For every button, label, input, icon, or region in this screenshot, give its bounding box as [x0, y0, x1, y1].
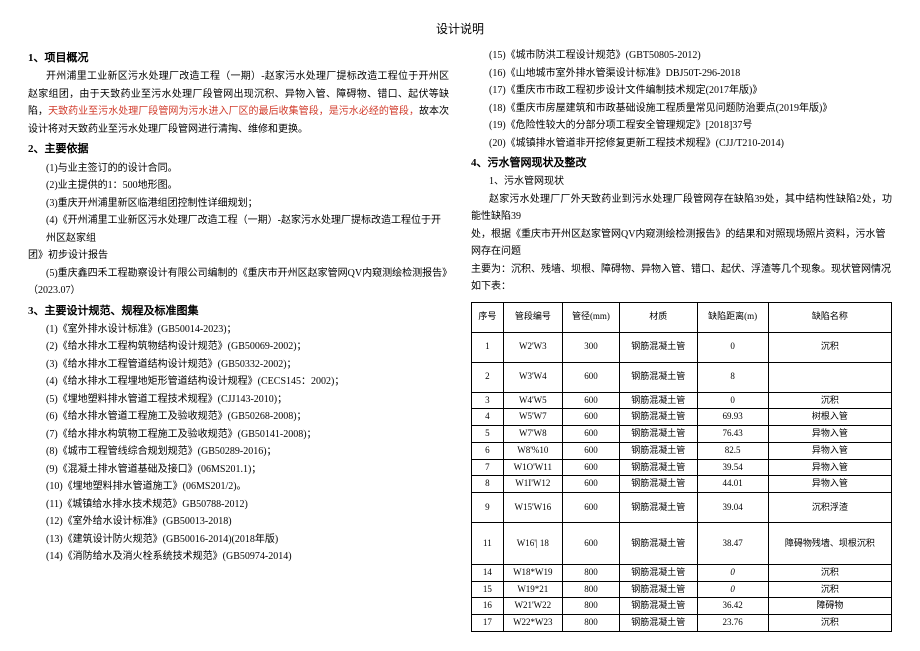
sec3-left-4: (4)《给水排水工程埋地矩形管道结构设计规程》(CECS145：2002)；: [28, 373, 449, 391]
section-1-heading: 1、项目概况: [28, 49, 449, 68]
th-diameter: 管径(mm): [562, 302, 619, 332]
table-header-row: 序号 管段编号 管径(mm) 材质 缺陷距离(m) 缺陷名称: [472, 302, 892, 332]
section-4-heading: 4、污水管网现状及整改: [471, 154, 892, 173]
two-column-layout: 1、项目概况 开州浦里工业新区污水处理厂改造工程（一期）-赵家污水处理厂提标改造…: [28, 47, 892, 632]
table-row: 4W5'W7600钢筋混凝土管69.93树根入管: [472, 409, 892, 426]
sec3-right-20: (20)《城镇排水管道非开挖修复更新工程技术规程》(CJJ/T210-2014): [471, 135, 892, 153]
sec3-right-18: (18)《重庆市房屋建筑和市政基础设施工程质量常见问题防治要点(2019年版)》: [471, 100, 892, 118]
table-row: 16W21'W22800钢筋混凝土管36.42障碍物: [472, 598, 892, 615]
th-seq: 序号: [472, 302, 504, 332]
section-3-heading: 3、主要设计规范、规程及标准图集: [28, 302, 449, 321]
th-defect: 缺陷名称: [768, 302, 891, 332]
section-1-body: 开州浦里工业新区污水处理厂改造工程（一期）-赵家污水处理厂提标改造工程位于开州区…: [28, 68, 449, 138]
th-segment: 管段编号: [503, 302, 562, 332]
right-column: (15)《城市防洪工程设计规范》(GBT50805-2012) (16)《山地城…: [471, 47, 892, 632]
table-row: 7W1O'W11600钢筋混凝土管39.54异物入管: [472, 459, 892, 476]
left-column: 1、项目概况 开州浦里工业新区污水处理厂改造工程（一期）-赵家污水处理厂提标改造…: [28, 47, 449, 632]
sec4-p3: 主要为：沉积、残墙、坝根、障碍物、异物入管、错口、起伏、浮渣等几个现象。现状管网…: [471, 261, 892, 296]
sec3-right-15: (15)《城市防洪工程设计规范》(GBT50805-2012): [471, 47, 892, 65]
defect-table: 序号 管段编号 管径(mm) 材质 缺陷距离(m) 缺陷名称 1W2'W3300…: [471, 302, 892, 632]
sec1-highlight: 天致药业至污水处理厂段管网为污水进入厂区的最后收集管段，是污水必经的管段，: [48, 106, 419, 117]
table-row: 1W2'W3300钢筋混凝土管0沉积: [472, 332, 892, 362]
sec3-left-2: (2)《给水排水工程构筑物结构设计规范》(GB50069-2002)；: [28, 338, 449, 356]
table-row: 17W22*W23800钢筋混凝土管23.76沉积: [472, 614, 892, 631]
sec3-left-10: (10)《埋地塑料排水管道施工》(06MS201/2)。: [28, 478, 449, 496]
th-distance: 缺陷距离(m): [697, 302, 768, 332]
sec4-sub1: 1、污水管网现状: [471, 173, 892, 191]
table-row: 6W8'%10600钢筋混凝土管82.5异物入管: [472, 442, 892, 459]
sec3-right-19: (19)《危险性较大的分部分项工程安全管理规定》[2018]37号: [471, 117, 892, 135]
table-row: 2W3'W4600钢筋混凝土管8: [472, 362, 892, 392]
sec3-right-16: (16)《山地城市室外排水管渠设计标准》DBJ50T-296-2018: [471, 65, 892, 83]
sec3-left-3: (3)《给水排水工程管道结构设计规范》(GB50332-2002)；: [28, 356, 449, 374]
table-row: 8W1I'W12600钢筋混凝土管44.01异物入管: [472, 476, 892, 493]
sec2-item-4: (4)《开州浦里工业新区污水处理厂改造工程（一期）-赵家污水处理厂提标改造工程位…: [28, 212, 449, 247]
sec2-item-1: (1)与业主签订的的设计合同。: [28, 160, 449, 178]
table-body: 1W2'W3300钢筋混凝土管0沉积 2W3'W4600钢筋混凝土管8 3W4'…: [472, 332, 892, 631]
th-material: 材质: [620, 302, 698, 332]
sec3-left-5: (5)《埋地塑料排水管道工程技术规程》(CJJ143-2010)；: [28, 391, 449, 409]
sec2-item-5: (5)重庆鑫四禾工程勘察设计有限公司编制的《重庆市开州区赵家管网QV内窥测绘检测…: [28, 265, 449, 283]
table-row: 5W7'W8600钢筋混凝土管76.43异物入管: [472, 426, 892, 443]
sec3-left-12: (12)《室外给水设计标准》(GB50013-2018): [28, 513, 449, 531]
section-2-heading: 2、主要依据: [28, 140, 449, 159]
sec3-left-8: (8)《城市工程管线综合规划规范》(GB50289-2016)；: [28, 443, 449, 461]
sec3-right-17: (17)《重庆市市政工程初步设计文件编制技术规定(2017年版)》: [471, 82, 892, 100]
sec4-p1: 赵家污水处理厂厂外天致药业到污水处理厂段管网存在缺陷39处，其中结构性缺陷2处，…: [471, 191, 892, 226]
sec4-p2: 处，根据《重庆市开州区赵家管网QV内窥测绘检测报告》的结果和对照现场照片资料，污…: [471, 226, 892, 261]
sec3-left-6: (6)《给水排水管道工程施工及验收规范》(GB50268-2008)；: [28, 408, 449, 426]
page-title: 设计说明: [28, 20, 892, 37]
sec2-item-4-tail: 团》初步设计报告: [28, 247, 449, 265]
sec3-left-13: (13)《建筑设计防火规范》(GB50016-2014)(2018年版): [28, 531, 449, 549]
sec3-left-14: (14)《消防给水及消火栓系统技术规范》(GB50974-2014): [28, 548, 449, 566]
sec3-left-9: (9)《混凝土排水管道基础及接口》(06MS201.1)；: [28, 461, 449, 479]
sec2-item-2: (2)业主提供的1：500地形图。: [28, 177, 449, 195]
table-row: 9W15'W16600钢筋混凝土管39.04沉积浮渣: [472, 492, 892, 522]
table-row: 11W16'| 18600钢筋混凝土管38.47障碍物残墙、坝根沉积: [472, 522, 892, 564]
sec3-left-7: (7)《给水排水构筑物工程施工及验收规范》(GB50141-2008)；: [28, 426, 449, 444]
table-row: 14W18*W19800钢筋混凝土管0沉积: [472, 564, 892, 581]
sec3-left-1: (1)《室外排水设计标准》(GB50014-2023)；: [28, 321, 449, 339]
sec3-left-11: (11)《城镇给水排水技术规范》GB50788-2012): [28, 496, 449, 514]
table-row: 15W19*21800钢筋混凝土管0沉积: [472, 581, 892, 598]
sec2-item-5-tail: （2023.07）: [28, 282, 449, 300]
table-row: 3W4'W5600钢筋混凝土管0沉积: [472, 392, 892, 409]
sec2-item-3: (3)重庆开州浦里新区临港组团控制性详细规划；: [28, 195, 449, 213]
